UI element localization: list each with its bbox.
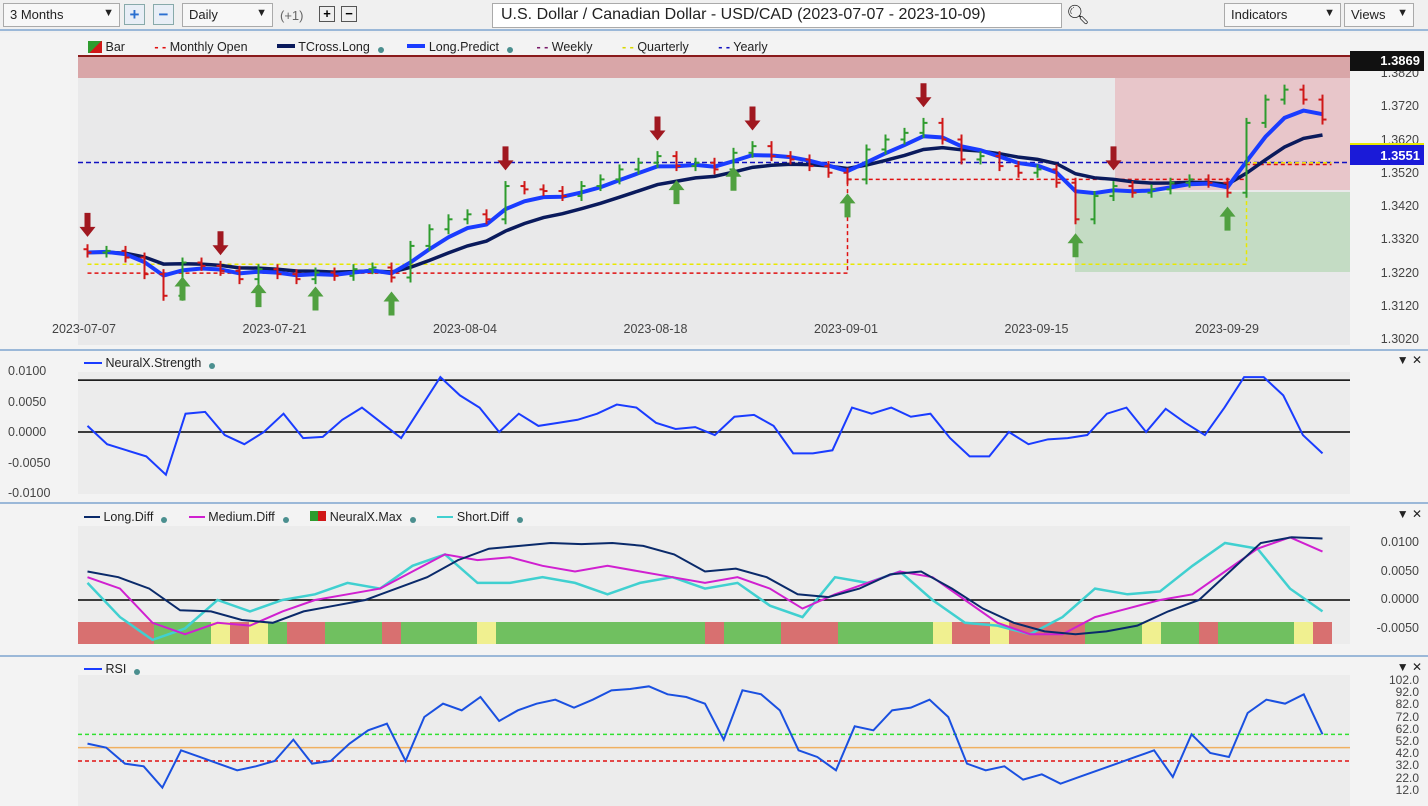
neuralx-max-block xyxy=(382,622,401,644)
date-axis-tick: 2023-09-29 xyxy=(1195,322,1259,336)
rsi-axis-tick: 92.0 xyxy=(1395,685,1419,700)
price-axis-tick: 1.3120 xyxy=(1380,298,1419,313)
strength-panel-controls[interactable]: ▼ ✕ xyxy=(1397,353,1422,367)
last-price-label: 1.3869 xyxy=(1350,51,1424,71)
neuralx-max-block xyxy=(1142,622,1161,644)
date-axis-tick: 2023-09-15 xyxy=(1004,322,1069,336)
neuralx-max-block xyxy=(268,622,287,644)
date-axis-tick: 2023-08-04 xyxy=(433,322,497,336)
legend-medium-diff: Medium.Diff xyxy=(188,510,289,524)
legend-bar: Bar xyxy=(88,40,131,54)
rsi-axis-tick: 102.0 xyxy=(1388,673,1419,687)
neuralx-max-block xyxy=(325,622,382,644)
rsi-axis-tick: 72.0 xyxy=(1395,709,1419,724)
diff-panel-controls[interactable]: ▼ ✕ xyxy=(1397,507,1422,521)
legend-long-predict: Long.Predict xyxy=(407,40,513,54)
chart-canvas[interactable] xyxy=(0,0,1428,806)
date-axis-tick: 2023-07-07 xyxy=(52,322,116,336)
price-axis-tick: 1.3020 xyxy=(1380,332,1419,346)
rsi-axis-tick: 22.0 xyxy=(1395,770,1419,785)
legend-yearly: - - Yearly xyxy=(718,40,768,54)
neuralx-max-block xyxy=(933,622,952,644)
price-axis-tick: 1.3420 xyxy=(1380,199,1419,213)
rsi-axis-tick: 32.0 xyxy=(1395,758,1419,773)
neuralx-max-block xyxy=(1313,622,1332,644)
legend-long-diff: Long.Diff xyxy=(84,510,168,524)
strength-legend: NeuralX.Strength xyxy=(84,356,216,370)
rsi-legend: RSI xyxy=(84,662,141,676)
strength-axis-tick: 0.0050 xyxy=(8,394,47,409)
neuralx-max-block xyxy=(1199,622,1218,644)
date-axis-tick: 2023-07-21 xyxy=(242,322,307,336)
neuralx-max-block xyxy=(496,622,705,644)
rsi-axis-tick: 52.0 xyxy=(1395,734,1419,748)
strength-axis-tick: 0.0000 xyxy=(8,425,47,439)
diff-legend: Long.Diff Medium.Diff NeuralX.Max Short.… xyxy=(84,510,529,524)
strength-axis-tick: 0.0100 xyxy=(8,364,47,378)
date-axis-tick: 2023-08-18 xyxy=(623,322,688,336)
neuralx-max-block xyxy=(287,622,325,644)
diff-axis-tick: 0.0050 xyxy=(1380,563,1419,578)
price-axis-tick: 1.3520 xyxy=(1380,165,1419,180)
price-axis-tick: 1.3220 xyxy=(1380,265,1419,280)
rsi-plot-area xyxy=(78,675,1350,806)
neuralx-max-block xyxy=(477,622,496,644)
legend-neuralx-max: NeuralX.Max xyxy=(310,510,416,524)
rsi-axis-tick: 62.0 xyxy=(1395,721,1419,736)
neuralx-max-block xyxy=(1294,622,1313,644)
strength-plot-area xyxy=(78,372,1350,494)
price-axis-tick: 1.3320 xyxy=(1380,232,1419,247)
legend-weekly: - - Weekly xyxy=(536,40,593,54)
date-axis-tick: 2023-09-01 xyxy=(814,322,878,336)
buy-zone xyxy=(1075,192,1350,272)
price-axis-tick: 1.3720 xyxy=(1380,99,1419,114)
neuralx-max-block xyxy=(1218,622,1294,644)
neuralx-max-block xyxy=(211,622,230,644)
neuralx-max-block xyxy=(1161,622,1199,644)
rsi-axis-tick: 82.0 xyxy=(1395,697,1419,712)
legend-tcross-long: TCross.Long xyxy=(277,40,384,54)
legend-quarterly: - - Quarterly xyxy=(622,40,689,54)
diff-axis-tick: 0.0000 xyxy=(1380,592,1419,606)
neuralx-max-block xyxy=(838,622,933,644)
neuralx-max-block xyxy=(705,622,724,644)
rsi-axis-tick: 42.0 xyxy=(1395,746,1419,761)
diff-axis-tick: 0.0100 xyxy=(1380,535,1419,549)
neuralx-max-block xyxy=(781,622,838,644)
strength-axis-tick: -0.0050 xyxy=(8,455,51,470)
strength-axis-tick: -0.0100 xyxy=(8,486,51,500)
diff-axis-tick: -0.0050 xyxy=(1376,620,1419,635)
sell-zone xyxy=(1115,78,1350,190)
rsi-axis-tick: 12.0 xyxy=(1395,782,1419,797)
neuralx-max-block xyxy=(724,622,781,644)
neuralx-max-block xyxy=(401,622,477,644)
legend-monthly-open: - - Monthly Open xyxy=(154,40,248,54)
yearly-price-label: 1.3551 xyxy=(1350,143,1424,165)
legend-short-diff: Short.Diff xyxy=(437,510,523,524)
price-legend: Bar - - Monthly Open TCross.Long Long.Pr… xyxy=(88,40,780,54)
resistance-zone xyxy=(78,55,1350,78)
rsi-panel-controls[interactable]: ▼ ✕ xyxy=(1397,660,1422,674)
